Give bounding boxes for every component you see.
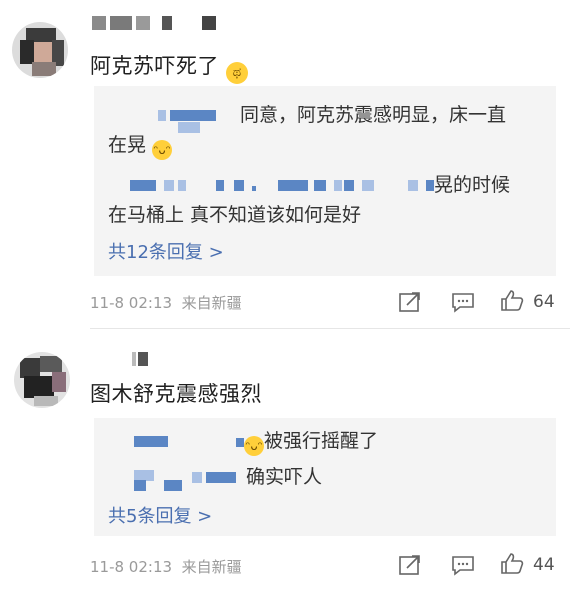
comment-item: 图木舒克震感强烈 ᵔᴗᵔ被强行摇醒了 确实吓人 共5条回复 > 11-8 02:… bbox=[0, 330, 570, 589]
reply-item: 同意，阿克苏震感明显，床一直 bbox=[108, 102, 506, 133]
like-icon[interactable] bbox=[500, 552, 524, 574]
timestamp: 11-8 02:13 bbox=[90, 558, 173, 576]
nickname-redacted[interactable] bbox=[92, 16, 232, 30]
nickname-redacted[interactable] bbox=[132, 352, 162, 366]
reply-box[interactable]: ᵔᴗᵔ被强行摇醒了 确实吓人 共5条回复 > bbox=[94, 418, 556, 536]
reply-username-redacted[interactable] bbox=[108, 102, 240, 133]
reply-item-continued: 在晃 ᵔᴗᵔ bbox=[108, 132, 173, 160]
divider bbox=[90, 328, 570, 329]
reply-username-redacted[interactable] bbox=[108, 172, 434, 198]
reply-item: 晃的时候 bbox=[108, 172, 510, 198]
like-count: 44 bbox=[533, 555, 555, 575]
avatar[interactable] bbox=[14, 352, 70, 408]
location: 来自新疆 bbox=[181, 294, 242, 312]
reply-item-continued: 在马桶上 真不知道该如何是好 bbox=[108, 204, 362, 226]
comment-icon[interactable] bbox=[451, 291, 475, 313]
view-more-replies-link[interactable]: 共5条回复 > bbox=[108, 502, 212, 528]
like-icon[interactable] bbox=[500, 289, 524, 311]
like-count: 64 bbox=[533, 292, 555, 312]
reply-box[interactable]: 同意，阿克苏震感明显，床一直 在晃 ᵔᴗᵔ 晃的时候 在马桶上 真不知道该如何是… bbox=[94, 86, 556, 276]
comment-text: 阿克苏吓死了 ಥ bbox=[90, 50, 249, 84]
reply-item: 确实吓人 bbox=[108, 464, 322, 491]
avatar[interactable] bbox=[12, 22, 68, 78]
laughing-face-emoji-icon: ᵔᴗᵔ bbox=[152, 140, 173, 160]
reply-username-redacted[interactable] bbox=[108, 464, 246, 491]
laughing-face-emoji-icon: ᵔᴗᵔ bbox=[244, 436, 264, 456]
share-icon[interactable] bbox=[398, 291, 422, 313]
reply-item: ᵔᴗᵔ被强行摇醒了 bbox=[108, 428, 378, 456]
view-more-replies-link[interactable]: 共12条回复 > bbox=[108, 238, 224, 264]
comment-text: 图木舒克震感强烈 bbox=[90, 382, 262, 406]
location: 来自新疆 bbox=[181, 558, 242, 576]
comment-item: 阿克苏吓死了 ಥ 同意，阿克苏震感明显，床一直 在晃 ᵔᴗᵔ 晃的时候 在马桶上… bbox=[0, 0, 570, 330]
timestamp: 11-8 02:13 bbox=[90, 294, 173, 312]
comment-icon[interactable] bbox=[451, 554, 475, 576]
reply-username-redacted[interactable] bbox=[108, 428, 244, 454]
comment-meta: 11-8 02:13 来自新疆 bbox=[90, 292, 242, 313]
share-icon[interactable] bbox=[398, 554, 422, 576]
crying-face-emoji-icon: ಥ bbox=[226, 62, 249, 84]
comment-meta: 11-8 02:13 来自新疆 bbox=[90, 556, 242, 577]
